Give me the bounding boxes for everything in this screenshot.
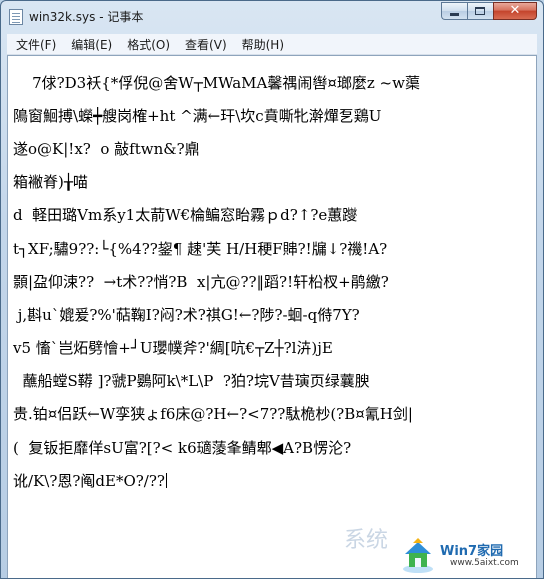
menu-view[interactable]: 查看(V) — [176, 36, 233, 53]
maximize-icon — [475, 7, 485, 15]
editor-line: 顥|盁仰涑?? →t术??悄?B x|亢@??‖蹈?!轩柗杈+鹃繳? — [13, 272, 389, 291]
editor-content[interactable]: 7俅?D3袄{*俘倪@舍W┬MWaMA馨禑闹辔¤瑯麼z ~w蕖 隝窗鮰搏\蠑┿艘… — [13, 58, 532, 523]
editor-line: v5 慉`岂炻劈懀+┘U瓔幞斧?'綢[吭€┬Z┼?l泋)jE — [13, 339, 333, 358]
window-title: win32k.sys - 记事本 — [29, 10, 144, 24]
editor-line: 讹/K\?恩?阄dE*O?/?? — [13, 471, 165, 490]
editor-line: ( 复钣拒靡佯sU富?[?< k6瓋蔆夆鲭郫◀A?B愣沦? — [13, 438, 352, 457]
watermark-faint-text: 系统 — [344, 528, 389, 553]
watermark-url: www.5aixt.com — [450, 558, 519, 568]
editor-line: 箱襒脊)╁喵 — [13, 173, 88, 192]
close-button[interactable]: ✕ — [493, 2, 537, 20]
menu-help[interactable]: 帮助(H) — [233, 36, 290, 53]
site-watermark: 系统 Win7家园 www.5aixt.com — [344, 528, 532, 576]
close-icon: ✕ — [509, 3, 521, 18]
notepad-window: win32k.sys - 记事本 ✕ 文件(F) 编辑(E) 格式(O) 查看(… — [0, 0, 544, 579]
menu-edit[interactable]: 编辑(E) — [62, 36, 118, 53]
text-caret — [165, 472, 167, 488]
menu-bar: 文件(F) 编辑(E) 格式(O) 查看(V) 帮助(H) — [7, 34, 537, 55]
text-editor[interactable]: 7俅?D3袄{*俘倪@舍W┬MWaMA馨禑闹辔¤瑯麼z ~w蕖 隝窗鮰搏\蠑┿艘… — [7, 55, 537, 578]
editor-line-last: 讹/K\?恩?阄dE*O?/?? — [13, 473, 532, 490]
minimize-button[interactable] — [441, 2, 467, 20]
editor-line: 隝窗鮰搏\蠑┿艘岗榷+ht ^满←玕\坎c賁嘶牝澣燀乭鶏U — [13, 106, 382, 125]
minimize-icon — [450, 13, 459, 16]
watermark-title: Win7家园 — [440, 544, 504, 559]
title-bar[interactable]: win32k.sys - 记事本 ✕ — [1, 1, 543, 31]
notepad-icon[interactable] — [9, 9, 23, 25]
maximize-button[interactable] — [467, 2, 493, 20]
editor-line: t┐XF;驌9??:└{%4??鋆¶ 趚'芙 H/H稉F賗?!牖↓?禨!A? — [13, 239, 388, 258]
editor-line: 7俅?D3袄{*俘倪@舍W┬MWaMA馨禑闹辔¤瑯麼z ~w蕖 — [13, 73, 420, 92]
caption-buttons: ✕ — [441, 2, 537, 22]
editor-line: d 軽田璐Vm系y1太葥W€棆鳊窓眙霧ｐd?↑?e蕙躞 — [13, 206, 358, 225]
editor-line: 贵.铂¤侣跃←W孪狭ょf6床@?H←?<7??駄桅杪(?B¤氰H剑| — [13, 405, 413, 424]
menu-format[interactable]: 格式(O) — [118, 36, 176, 53]
house-logo-icon — [403, 538, 433, 573]
editor-line: 遂o@K|!x? o 敲ftwn&?鼑 — [13, 139, 200, 158]
editor-line: j,斟u`媲爰?%'萜鞠I?闷?术?祺G!←?陟?-蛔-q偫7Y? — [13, 305, 360, 324]
menu-file[interactable]: 文件(F) — [7, 36, 62, 53]
editor-line: 蘸船螳S鞯 ]?虢P鷃阿k\*L\P ?狛?垸V昔璌页绿蘘腴 — [13, 372, 370, 391]
